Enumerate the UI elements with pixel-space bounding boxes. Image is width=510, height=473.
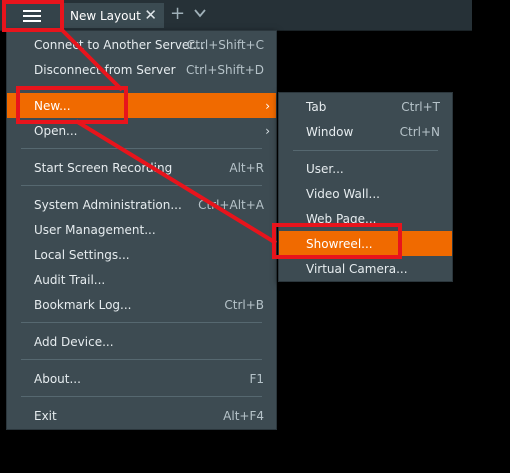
- chevron-right-icon: ›: [265, 123, 270, 138]
- menu-item-user-management[interactable]: User Management...: [7, 217, 276, 242]
- submenu-item-virtual-camera[interactable]: Virtual Camera...: [279, 256, 452, 281]
- add-tab-icon[interactable]: +: [170, 3, 185, 25]
- menu-item-shortcut: Ctrl+T: [401, 99, 440, 114]
- new-submenu: Tab Ctrl+T Window Ctrl+N User... Video W…: [278, 92, 453, 282]
- tab-bar: New Layout ✕ +: [0, 0, 472, 31]
- menu-item-shortcut: Ctrl+B: [224, 297, 264, 312]
- menu-item-label: Window: [306, 124, 354, 139]
- menu-separator: [21, 322, 262, 323]
- menu-item-label: System Administration...: [34, 197, 182, 212]
- menu-item-shortcut: Ctrl+Shift+D: [186, 62, 264, 77]
- menu-item-add-device[interactable]: Add Device...: [7, 329, 276, 354]
- menu-item-label: Connect to Another Server...: [34, 37, 205, 52]
- submenu-item-tab[interactable]: Tab Ctrl+T: [279, 94, 452, 119]
- menu-separator: [21, 148, 262, 149]
- menu-item-new[interactable]: New... ›: [7, 93, 276, 118]
- menu-item-shortcut: Alt+R: [229, 160, 264, 175]
- menu-item-screen-recording[interactable]: Start Screen Recording Alt+R: [7, 155, 276, 180]
- submenu-item-showreel[interactable]: Showreel...: [279, 231, 452, 256]
- menu-item-label: Video Wall...: [306, 186, 380, 201]
- menu-item-shortcut: Ctrl+Alt+A: [198, 197, 264, 212]
- menu-item-disconnect[interactable]: Disconnect from Server Ctrl+Shift+D: [7, 57, 276, 82]
- main-menu-button[interactable]: [4, 3, 60, 28]
- menu-item-open[interactable]: Open... ›: [7, 118, 276, 143]
- submenu-item-video-wall[interactable]: Video Wall...: [279, 181, 452, 206]
- menu-separator: [21, 396, 262, 397]
- menu-item-local-settings[interactable]: Local Settings...: [7, 242, 276, 267]
- menu-item-label: New...: [34, 98, 71, 113]
- chevron-down-icon[interactable]: [193, 6, 207, 20]
- menu-item-label: Open...: [34, 123, 78, 138]
- menu-item-label: User...: [306, 161, 344, 176]
- menu-item-label: Start Screen Recording: [34, 160, 173, 175]
- menu-item-label: Virtual Camera...: [306, 261, 408, 276]
- menu-separator: [21, 359, 262, 360]
- menu-item-system-administration[interactable]: System Administration... Ctrl+Alt+A: [7, 192, 276, 217]
- main-menu: Connect to Another Server... Ctrl+Shift+…: [6, 30, 277, 430]
- menu-item-label: Web Page...: [306, 211, 377, 226]
- menu-item-label: Showreel...: [306, 236, 373, 251]
- menu-item-shortcut: Alt+F4: [223, 408, 264, 423]
- menu-item-exit[interactable]: Exit Alt+F4: [7, 403, 276, 428]
- menu-item-label: Local Settings...: [34, 247, 130, 262]
- menu-item-label: Bookmark Log...: [34, 297, 132, 312]
- menu-separator: [21, 185, 262, 186]
- menu-item-shortcut: Ctrl+Shift+C: [186, 37, 264, 52]
- tab-new-layout[interactable]: New Layout ✕: [63, 3, 164, 28]
- menu-item-connect[interactable]: Connect to Another Server... Ctrl+Shift+…: [7, 32, 276, 57]
- menu-item-label: Exit: [34, 408, 57, 423]
- chevron-right-icon: ›: [265, 98, 270, 113]
- submenu-item-web-page[interactable]: Web Page...: [279, 206, 452, 231]
- menu-item-audit-trail[interactable]: Audit Trail...: [7, 267, 276, 292]
- menu-item-shortcut: Ctrl+N: [399, 124, 440, 139]
- submenu-item-window[interactable]: Window Ctrl+N: [279, 119, 452, 144]
- menu-item-label: User Management...: [34, 222, 156, 237]
- hamburger-icon: [23, 9, 41, 22]
- menu-item-bookmark-log[interactable]: Bookmark Log... Ctrl+B: [7, 292, 276, 317]
- menu-item-shortcut: F1: [249, 371, 264, 386]
- submenu-item-user[interactable]: User...: [279, 156, 452, 181]
- menu-item-label: Disconnect from Server: [34, 62, 176, 77]
- menu-separator: [293, 150, 438, 151]
- menu-item-label: Add Device...: [34, 334, 114, 349]
- menu-item-label: Tab: [306, 99, 327, 114]
- tab-label: New Layout: [70, 8, 141, 23]
- close-icon[interactable]: ✕: [144, 6, 157, 24]
- menu-item-label: About...: [34, 371, 81, 386]
- menu-item-label: Audit Trail...: [34, 272, 106, 287]
- menu-item-about[interactable]: About... F1: [7, 366, 276, 391]
